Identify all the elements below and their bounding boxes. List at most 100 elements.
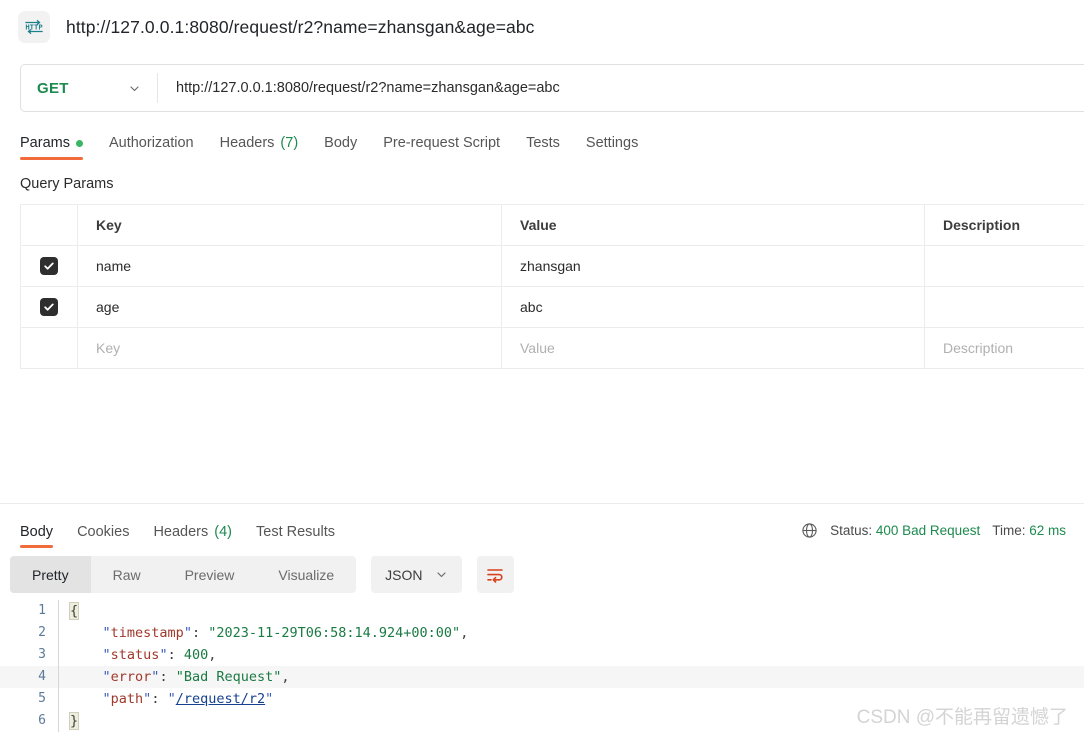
code-line: 1{	[0, 600, 1084, 622]
response-meta: Status: 400 Bad Request Time: 62 ms	[801, 522, 1066, 548]
code-line: 2 "timestamp": "2023-11-29T06:58:14.924+…	[0, 622, 1084, 644]
code-line-text: "status": 400,	[102, 647, 217, 663]
response-format-dropdown[interactable]: JSON	[371, 556, 462, 593]
line-number: 4	[38, 669, 46, 684]
row-value-input[interactable]: zhansgan	[502, 246, 925, 286]
response-tab-headers-count: (4)	[214, 524, 232, 540]
chevron-down-icon	[128, 82, 141, 95]
view-pretty-button[interactable]: Pretty	[10, 556, 91, 593]
indent-guide	[58, 666, 59, 688]
line-number: 2	[38, 625, 46, 640]
url-bar: GET http://127.0.0.1:8080/request/r2?nam…	[20, 64, 1084, 112]
response-tab-headers-label: Headers	[153, 524, 209, 540]
indent-guide	[58, 622, 59, 644]
response-tab-body-label: Body	[20, 524, 54, 540]
table-header-description: Description	[943, 217, 1021, 233]
response-toolbar: Pretty Raw Preview Visualize JSON	[10, 556, 514, 593]
http-protocol-icon: HTTP	[18, 11, 50, 43]
row-checkbox-cell	[21, 287, 78, 327]
response-format-label: JSON	[385, 566, 423, 583]
tab-params-label: Params	[20, 135, 70, 151]
response-tab-cookies-label: Cookies	[77, 524, 130, 540]
code-line-text: "path": "/request/r2"	[102, 691, 274, 707]
time-label: Time:	[992, 523, 1026, 538]
view-raw-button[interactable]: Raw	[91, 556, 163, 593]
checkbox-checked-icon[interactable]	[40, 257, 58, 275]
tab-params[interactable]: Params	[20, 135, 83, 160]
line-number: 3	[38, 647, 46, 662]
row-key-input[interactable]: name	[78, 246, 502, 286]
url-input[interactable]: http://127.0.0.1:8080/request/r2?name=zh…	[158, 65, 1084, 111]
line-number: 6	[38, 713, 46, 728]
query-params-title: Query Params	[20, 176, 114, 192]
response-tab-cookies[interactable]: Cookies	[77, 524, 129, 548]
query-params-table: Key Value Description name zhansgan age …	[20, 204, 1084, 369]
code-line: 6}	[0, 710, 1084, 732]
code-line: 3 "status": 400,	[0, 644, 1084, 666]
titlebar: HTTP http://127.0.0.1:8080/request/r2?na…	[0, 0, 1084, 54]
table-row: age abc	[21, 287, 1084, 328]
tab-settings-label: Settings	[585, 135, 639, 151]
indent-guide	[58, 600, 59, 622]
response-tabs: Body Cookies Headers (4) Test Results	[10, 524, 335, 548]
view-visualize-button[interactable]: Visualize	[256, 556, 356, 593]
row-description-input[interactable]	[925, 287, 1084, 327]
page-title: http://127.0.0.1:8080/request/r2?name=zh…	[66, 16, 535, 37]
request-tabs: Params Authorization Headers (7) Body Pr…	[0, 126, 1084, 160]
indent-guide	[58, 710, 59, 732]
response-tab-test-results[interactable]: Test Results	[256, 524, 335, 548]
table-row: name zhansgan	[21, 246, 1084, 287]
indent-guide	[58, 688, 59, 710]
tab-settings[interactable]: Settings	[586, 135, 638, 160]
globe-icon	[801, 522, 818, 539]
http-method-label: GET	[37, 79, 69, 97]
tab-body[interactable]: Body	[324, 135, 357, 160]
table-header-checkbox-cell	[21, 205, 78, 245]
time-badge: Time: 62 ms	[992, 523, 1066, 538]
line-number: 5	[38, 691, 46, 706]
tab-headers[interactable]: Headers (7)	[220, 135, 299, 160]
params-modified-dot-icon	[75, 139, 83, 147]
code-line-text: "error": "Bad Request",	[102, 669, 290, 685]
tab-authorization-label: Authorization	[108, 135, 194, 151]
response-view-switcher: Pretty Raw Preview Visualize	[10, 556, 357, 593]
new-description-input[interactable]: Description	[925, 328, 1084, 368]
tab-body-label: Body	[324, 135, 358, 151]
table-header-key: Key	[78, 205, 502, 245]
row-key-input[interactable]: age	[78, 287, 502, 327]
response-header: Body Cookies Headers (4) Test Results St…	[0, 504, 1084, 548]
row-checkbox-cell	[21, 328, 78, 368]
status-label: Status:	[830, 523, 873, 538]
response-tab-body[interactable]: Body	[20, 524, 54, 548]
code-line: 5 "path": "/request/r2"	[0, 688, 1084, 710]
row-checkbox-cell	[21, 246, 78, 286]
tab-authorization[interactable]: Authorization	[109, 135, 194, 160]
status-badge: Status: 400 Bad Request	[830, 523, 980, 538]
http-method-dropdown[interactable]: GET	[21, 65, 157, 111]
chevron-down-icon	[435, 568, 448, 581]
row-description-input[interactable]	[925, 246, 1084, 286]
indent-guide	[58, 644, 59, 666]
response-tab-test-results-label: Test Results	[256, 524, 335, 540]
code-line: 4 "error": "Bad Request",	[0, 666, 1084, 688]
table-header-value: Value	[502, 205, 925, 245]
view-preview-button[interactable]: Preview	[163, 556, 257, 593]
row-value-input[interactable]: abc	[502, 287, 925, 327]
tab-headers-label: Headers	[219, 135, 275, 151]
status-value: 400 Bad Request	[875, 523, 981, 538]
response-tab-headers[interactable]: Headers (4)	[153, 524, 232, 548]
checkbox-checked-icon[interactable]	[40, 298, 58, 316]
time-value: 62 ms	[1029, 523, 1066, 538]
code-line-text: "timestamp": "2023-11-29T06:58:14.924+00…	[102, 625, 469, 641]
tab-tests[interactable]: Tests	[526, 135, 560, 160]
tab-pre-request-script[interactable]: Pre-request Script	[383, 135, 500, 160]
new-key-input[interactable]: Key	[78, 328, 502, 368]
wrap-lines-icon[interactable]	[476, 556, 514, 593]
table-header-row: Key Value Description	[21, 205, 1084, 246]
response-body-viewer[interactable]: 1{2 "timestamp": "2023-11-29T06:58:14.92…	[0, 600, 1084, 743]
new-value-input[interactable]: Value	[502, 328, 925, 368]
postman-request-window: HTTP http://127.0.0.1:8080/request/r2?na…	[0, 0, 1084, 743]
tab-tests-label: Tests	[526, 135, 560, 151]
code-line-text: }	[68, 712, 80, 730]
svg-text:HTTP: HTTP	[25, 23, 43, 32]
